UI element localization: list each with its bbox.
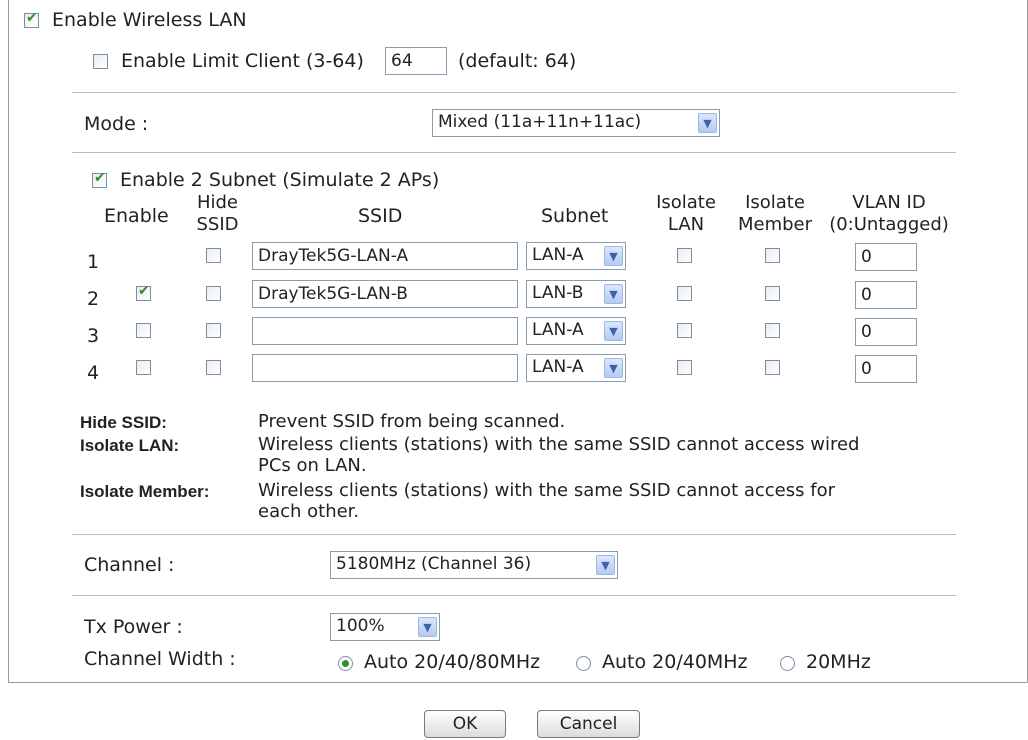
hide-ssid-checkbox[interactable] [206,360,221,375]
isolate-member-checkbox[interactable] [765,286,780,301]
channel-width-label: Channel Width : [84,648,236,670]
divider [72,595,956,596]
enable-subnet-label: Enable 2 Subnet (Simulate 2 APs) [120,169,440,191]
limit-client-input[interactable] [385,47,447,75]
note-desc-hide-ssid: Prevent SSID from being scanned. [258,411,566,432]
cancel-button[interactable]: Cancel [537,710,640,738]
tx-power-select[interactable]: 100% ▼ [330,613,440,641]
ssid-input[interactable] [252,280,518,308]
isolate-lan-checkbox[interactable] [677,248,692,263]
subnet-select-value: LAN-B [532,283,584,303]
mode-label: Mode : [84,113,149,135]
radio-label-20mhz: 20MHz [806,651,871,673]
row-number: 2 [87,288,100,310]
note-desc-isolate-member-1: Wireless clients (stations) with the sam… [258,480,835,501]
channel-select[interactable]: 5180MHz (Channel 36) ▼ [330,551,618,579]
radio-auto-20-40[interactable] [576,656,591,671]
enable-wireless-label: Enable Wireless LAN [52,9,247,31]
radio-label-auto-20-40-80: Auto 20/40/80MHz [364,651,541,673]
col-header-isolate-member-1: Isolate [745,192,805,213]
vlan-id-input[interactable] [855,318,917,346]
isolate-lan-checkbox[interactable] [677,286,692,301]
col-header-hide-ssid-2: SSID [196,214,239,235]
subnet-select[interactable]: LAN-A ▼ [526,242,626,270]
col-header-enable: Enable [104,205,169,227]
note-desc-isolate-member-2: each other. [258,501,360,522]
subnet-select-value: LAN-A [532,320,584,340]
row-number: 3 [87,325,100,347]
tx-power-select-value: 100% [336,616,385,636]
col-header-isolate-lan-2: LAN [667,214,705,235]
chevron-down-icon: ▼ [698,113,717,133]
row-number: 4 [87,362,100,384]
vlan-id-input[interactable] [855,243,917,271]
note-term-isolate-member: Isolate Member: [80,482,210,501]
divider [72,534,956,535]
radio-label-auto-20-40: Auto 20/40MHz [602,651,748,673]
note-term-hide-ssid: Hide SSID: [80,413,167,432]
note-desc-isolate-lan-1: Wireless clients (stations) with the sam… [258,434,860,455]
limit-client-default: (default: 64) [458,50,577,72]
subnet-select[interactable]: LAN-A ▼ [526,317,626,345]
row-number: 1 [87,251,100,273]
radio-20mhz[interactable] [780,656,795,671]
isolate-lan-checkbox[interactable] [677,323,692,338]
mode-select[interactable]: Mixed (11a+11n+11ac) ▼ [432,109,720,137]
isolate-member-checkbox[interactable] [765,323,780,338]
col-header-vlan-2: (0:Untagged) [829,214,949,235]
subnet-select[interactable]: LAN-A ▼ [526,354,626,382]
col-header-ssid: SSID [358,205,403,227]
ok-button[interactable]: OK [424,710,506,738]
tx-power-label: Tx Power : [84,616,183,638]
ssid-input[interactable] [252,242,518,270]
hide-ssid-checkbox[interactable] [206,248,221,263]
subnet-select[interactable]: LAN-B ▼ [526,280,626,308]
col-header-isolate-lan-1: Isolate [656,192,716,213]
isolate-member-checkbox[interactable] [765,248,780,263]
mode-select-value: Mixed (11a+11n+11ac) [438,112,642,132]
ssid-input[interactable] [252,317,518,345]
vlan-id-input[interactable] [855,355,917,383]
col-header-vlan-1: VLAN ID [852,192,926,213]
divider [72,152,956,153]
channel-select-value: 5180MHz (Channel 36) [336,554,532,574]
divider [72,92,956,93]
col-header-subnet: Subnet [541,205,609,227]
chevron-down-icon: ▼ [596,555,615,575]
isolate-lan-checkbox[interactable] [677,360,692,375]
chevron-down-icon: ▼ [604,358,623,378]
enable-subnet-checkbox[interactable] [92,170,107,188]
radio-auto-20-40-80[interactable] [338,656,353,671]
row-enable-checkbox[interactable] [136,360,151,375]
chevron-down-icon: ▼ [604,246,623,266]
isolate-member-checkbox[interactable] [765,360,780,375]
hide-ssid-checkbox[interactable] [206,323,221,338]
row-enable-checkbox[interactable] [136,323,151,338]
chevron-down-icon: ▼ [418,617,437,637]
enable-wireless-checkbox[interactable] [24,10,39,28]
ssid-input[interactable] [252,354,518,382]
chevron-down-icon: ▼ [604,321,623,341]
chevron-down-icon: ▼ [604,284,623,304]
channel-label: Channel : [84,554,175,576]
hide-ssid-checkbox[interactable] [206,286,221,301]
col-header-hide-ssid-1: Hide [196,192,239,213]
limit-client-label: Enable Limit Client (3-64) [121,50,364,72]
note-desc-isolate-lan-2: PCs on LAN. [258,455,367,476]
row-enable-checkbox[interactable] [136,283,151,301]
subnet-select-value: LAN-A [532,357,584,377]
limit-client-checkbox[interactable] [93,54,108,69]
subnet-select-value: LAN-A [532,245,584,265]
col-header-isolate-member-2: Member [737,214,813,235]
vlan-id-input[interactable] [855,281,917,309]
note-term-isolate-lan: Isolate LAN: [80,436,180,455]
